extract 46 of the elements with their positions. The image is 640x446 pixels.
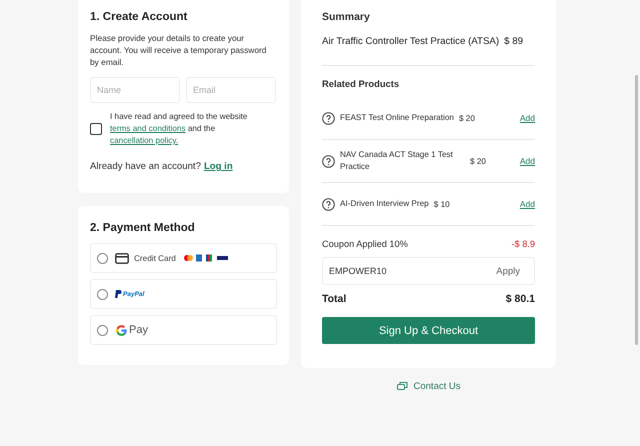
coupon-discount: -$ 8.9 bbox=[512, 239, 535, 249]
chat-icon bbox=[396, 382, 408, 391]
related-product-price: $ 20 bbox=[458, 114, 476, 122]
contact-link[interactable]: Contact Us bbox=[396, 381, 460, 392]
google-pay-logo: Pay bbox=[115, 324, 148, 336]
add-link[interactable]: Add bbox=[520, 156, 535, 166]
option-label: Credit Card bbox=[134, 254, 176, 262]
help-icon[interactable] bbox=[322, 198, 335, 210]
summary-title: Summary bbox=[322, 11, 371, 23]
agree-checkbox[interactable] bbox=[90, 123, 102, 135]
section-title: 2. Payment Method bbox=[90, 222, 196, 234]
section-title: 1. Create Account bbox=[90, 11, 188, 23]
terms-link[interactable]: terms and conditions bbox=[110, 124, 186, 133]
login-prompt: Already have an account? bbox=[90, 161, 201, 172]
payment-option[interactable]: Pay bbox=[90, 315, 277, 345]
intro-text: Please provide your details to create your account. You will receive a temporary password by email. bbox=[90, 32, 268, 68]
login-link[interactable]: Log in bbox=[204, 161, 233, 172]
credit-card-icon bbox=[115, 252, 129, 264]
total-label: Total bbox=[322, 293, 346, 305]
product-price: $ 89 bbox=[504, 36, 523, 47]
related-product-price: $ 10 bbox=[434, 200, 451, 208]
help-icon[interactable] bbox=[322, 154, 335, 168]
radio-button[interactable] bbox=[97, 324, 108, 336]
total-amount: $ 80.1 bbox=[506, 293, 535, 305]
related-product-name: NAV Canada ACT Stage 1 Test Practice bbox=[340, 149, 454, 173]
add-link[interactable]: Add bbox=[520, 199, 535, 209]
related-products-title: Related Products bbox=[322, 78, 400, 89]
related-product-name: FEAST Test Online Preparation bbox=[340, 112, 454, 124]
cancellation-policy-link[interactable]: cancellation policy. bbox=[110, 136, 178, 145]
coupon-field[interactable]: EMPOWER10 Apply bbox=[322, 257, 535, 285]
help-icon[interactable] bbox=[322, 112, 335, 124]
agreement-text: I have read and agreed to the website terms and conditions and the cancellation policy. bbox=[110, 111, 248, 147]
coupon-label: Coupon Applied 10% bbox=[322, 239, 408, 249]
scrollbar[interactable] bbox=[635, 75, 638, 345]
radio-button[interactable] bbox=[97, 252, 108, 264]
email-field[interactable]: Email bbox=[186, 77, 276, 103]
related-product-name: AI-Driven Interview Prep bbox=[340, 198, 429, 210]
payment-option[interactable]: Credit Card bbox=[90, 243, 277, 273]
checkout-button[interactable]: Sign Up & Checkout bbox=[322, 317, 535, 344]
radio-button[interactable] bbox=[97, 288, 108, 300]
related-product-price: $ 20 bbox=[470, 156, 487, 166]
product-name: Air Traffic Controller Test Practice (ATSA) bbox=[322, 36, 500, 47]
name-field[interactable]: Name bbox=[90, 77, 180, 103]
card-brands-icon bbox=[184, 254, 230, 262]
add-link[interactable]: Add bbox=[520, 113, 535, 123]
apply-button[interactable]: Apply bbox=[496, 266, 520, 276]
